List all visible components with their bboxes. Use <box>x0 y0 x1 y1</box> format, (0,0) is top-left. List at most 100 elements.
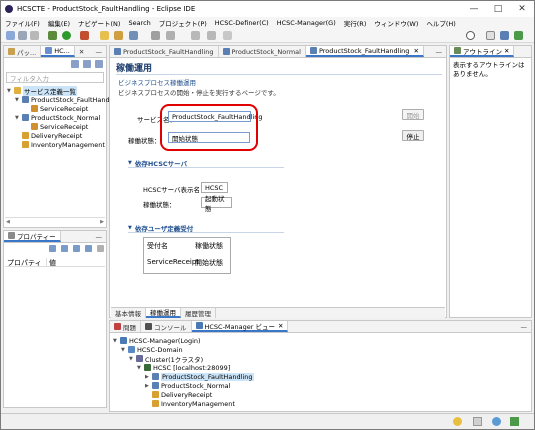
new-icon[interactable] <box>6 31 15 40</box>
table-cell-name[interactable]: ServiceReceipt <box>147 258 199 266</box>
close-button[interactable]: ✕ <box>510 1 534 17</box>
perspective-icon[interactable] <box>486 31 495 40</box>
external-tools-icon[interactable] <box>80 31 89 40</box>
print-icon[interactable] <box>30 31 39 40</box>
tab-operation[interactable]: 稼働運用 <box>146 308 181 318</box>
tab-outline[interactable]: アウトライン ✕ <box>450 46 515 57</box>
section-collapse-icon[interactable]: ▼ <box>128 225 132 231</box>
editor-description: ビジネスプロセスの開始・停止を実行するページです。 <box>118 89 280 97</box>
tab-package-explorer[interactable]: パッ... <box>4 46 42 57</box>
scroll-left-icon[interactable]: ◀ <box>6 219 10 225</box>
tab-problems[interactable]: 問題 <box>110 321 141 332</box>
run-icon[interactable] <box>62 31 71 40</box>
categories-icon[interactable] <box>61 245 68 252</box>
close-tab-icon[interactable]: ✕ <box>504 47 509 55</box>
tab-basic-info[interactable]: 基本情報 <box>111 308 146 318</box>
tree-item-inventory-management[interactable]: InventoryManagement <box>22 140 105 149</box>
editor-tab-productstock-fault-active[interactable]: ProductStock_FaultHandling ✕ <box>305 46 424 57</box>
tab-hcsc-manager[interactable]: HCSC-Manager ビュー ✕ <box>191 321 289 332</box>
start-button[interactable]: 開始 <box>402 109 424 120</box>
hcsc-icon <box>45 47 53 54</box>
tree-item-productstock-fault[interactable]: ▼ ProductStock_FaultHandli <box>15 95 113 104</box>
filter-input[interactable]: フィルタ入力 <box>6 72 104 83</box>
tree-productstock-normal[interactable]: ▶ ProductStock_Normal <box>145 381 230 390</box>
edit-icon[interactable] <box>114 31 123 40</box>
tab-properties[interactable]: プロパティー <box>4 231 61 242</box>
debug-icon[interactable] <box>48 31 57 40</box>
info-icon[interactable] <box>453 417 462 426</box>
left-panel-close[interactable]: ✕ <box>75 46 88 57</box>
tree-delivery-receipt[interactable]: DeliveryReceipt <box>152 390 212 399</box>
scroll-right-icon[interactable]: ▶ <box>100 219 104 225</box>
minimize-button[interactable]: — <box>462 1 486 17</box>
service-icon <box>152 391 159 398</box>
link-editor-icon[interactable] <box>83 60 91 68</box>
properties-minimize[interactable]: — <box>92 231 107 242</box>
menu-navigate[interactable]: ナビゲート(N) <box>78 18 120 28</box>
process-icon <box>114 48 121 55</box>
close-tab-icon[interactable]: ✕ <box>278 322 283 330</box>
properties-header: プロパティ 値 <box>5 258 105 267</box>
advanced-icon[interactable] <box>85 245 92 252</box>
menu-run[interactable]: 実行(R) <box>344 18 367 28</box>
next-icon[interactable] <box>166 31 175 40</box>
left-hscroll[interactable]: ◀ ▶ <box>5 217 105 225</box>
save-icon[interactable] <box>18 31 27 40</box>
search-icon[interactable] <box>466 31 475 40</box>
view-menu-icon[interactable] <box>95 60 103 68</box>
nav-history-icon[interactable] <box>223 31 232 40</box>
restore-default-icon[interactable] <box>97 245 104 252</box>
main-toolbar <box>1 29 534 43</box>
tree-item-service-receipt[interactable]: ServiceReceipt <box>31 104 88 113</box>
console-icon <box>145 323 152 330</box>
maximize-button[interactable]: □ <box>486 1 510 17</box>
sync-icon[interactable] <box>492 417 501 426</box>
annotation-icon[interactable] <box>151 31 160 40</box>
pin-icon[interactable] <box>49 245 56 252</box>
menu-project[interactable]: プロジェクト(P) <box>159 18 207 28</box>
forward-icon[interactable] <box>207 31 216 40</box>
expand-arrow-icon: ▼ <box>7 87 11 94</box>
tree-item-delivery-receipt[interactable]: DeliveryReceipt <box>22 131 82 140</box>
menu-hcsc-manager[interactable]: HCSC-Manager(G) <box>277 19 336 27</box>
section-collapse-icon[interactable]: ▼ <box>128 160 132 166</box>
manager-icon <box>120 337 127 344</box>
tree-productstock-fault[interactable]: ▶ ProductStock_FaultHandling <box>145 372 254 381</box>
stop-button[interactable]: 停止 <box>402 130 424 141</box>
filter-icon[interactable] <box>73 245 80 252</box>
hcsc-status-icon[interactable] <box>510 417 519 426</box>
close-tab-icon[interactable]: ✕ <box>413 47 418 55</box>
editor-heading: 稼働運用 <box>116 64 153 74</box>
java-perspective-icon[interactable] <box>500 31 509 40</box>
bottom-minimize[interactable]: — <box>517 321 532 332</box>
server-name-field[interactable]: HCSC <box>201 182 228 193</box>
back-icon[interactable] <box>191 31 200 40</box>
editor-tab-productstock-normal[interactable]: ProductStock_Normal <box>219 46 306 57</box>
search-toolbar-icon[interactable] <box>129 31 138 40</box>
editor-minimize[interactable]: — <box>432 46 447 57</box>
tree-inventory-management[interactable]: InventoryManagement <box>152 399 235 408</box>
menu-window[interactable]: ウィンドウ(W) <box>374 18 418 28</box>
tree-item-productstock-normal[interactable]: ▼ ProductStock_Normal <box>15 113 100 122</box>
collapse-all-icon[interactable] <box>71 60 79 68</box>
editor-tab-productstock-fault[interactable]: ProductStock_FaultHandling <box>110 46 219 57</box>
menu-search[interactable]: Search <box>128 19 150 27</box>
menu-file[interactable]: ファイル(F) <box>5 18 40 28</box>
notification-icon[interactable] <box>473 417 482 426</box>
tab-hcsc[interactable]: HC... <box>41 46 75 57</box>
tab-console[interactable]: コンソール <box>141 321 192 332</box>
hcsc-perspective-icon[interactable] <box>514 31 523 40</box>
tree-hcsc-server[interactable]: ▼ HCSC [localhost:28099] <box>137 363 230 372</box>
tree-item-service-receipt[interactable]: ServiceReceipt <box>31 122 88 131</box>
tree-hcsc-manager[interactable]: ▼ HCSC-Manager(Login) <box>113 336 201 345</box>
menu-help[interactable]: ヘルプ(H) <box>426 18 455 28</box>
run-state-field[interactable]: 起動状態 <box>201 195 232 213</box>
menu-hcsc-definer[interactable]: HCSC-Definer(C) <box>215 19 269 27</box>
open-folder-icon[interactable] <box>100 31 109 40</box>
left-panel-minimize[interactable]: — <box>92 46 107 57</box>
tree-cluster[interactable]: ▼ Cluster(1クラスタ) <box>129 354 203 364</box>
tree-item-service-list[interactable]: ▼ サービス定義一覧 <box>7 85 77 96</box>
table-cell-state[interactable]: 開始状態 <box>195 258 223 268</box>
tab-history[interactable]: 履歴管理 <box>181 308 216 318</box>
menu-edit[interactable]: 編集(E) <box>48 18 70 28</box>
